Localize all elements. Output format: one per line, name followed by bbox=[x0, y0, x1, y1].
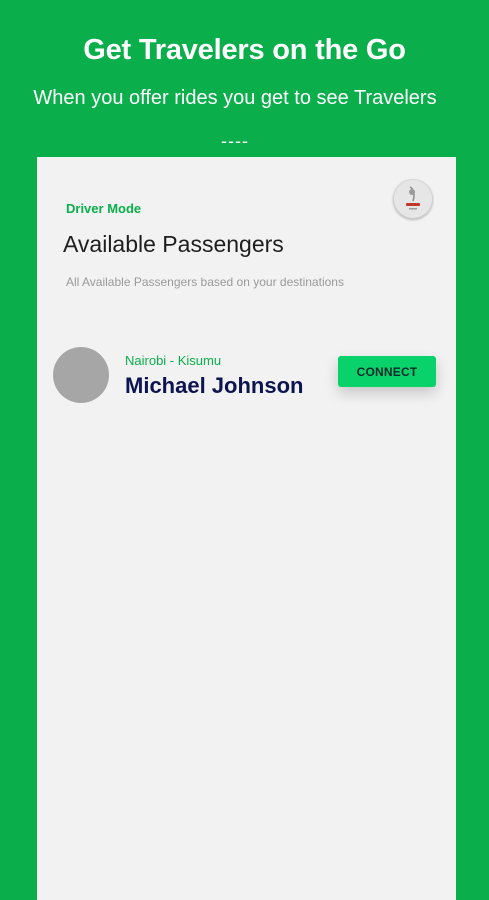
promo-title: Get Travelers on the Go bbox=[83, 34, 406, 66]
promo-subtitle: When you offer rides you get to see Trav… bbox=[33, 87, 437, 109]
mode-label: Driver Mode bbox=[66, 201, 142, 216]
page-subtitle: All Available Passengers based on your d… bbox=[66, 275, 344, 289]
passenger-avatar bbox=[53, 347, 109, 403]
passenger-route: Nairobi - Kisumu bbox=[125, 353, 222, 368]
app-screen: Driver Mode Available Passengers All Ava… bbox=[37, 157, 456, 900]
passenger-name: Michael Johnson bbox=[125, 373, 304, 398]
profile-avatar[interactable] bbox=[393, 179, 433, 219]
connect-button[interactable]: CONNECT bbox=[338, 356, 436, 387]
user-avatar-icon bbox=[394, 180, 432, 218]
promo-divider: ---- bbox=[221, 131, 249, 151]
passenger-list-item: Nairobi - Kisumu Michael Johnson CONNECT bbox=[37, 347, 456, 407]
page-title: Available Passengers bbox=[63, 231, 284, 257]
